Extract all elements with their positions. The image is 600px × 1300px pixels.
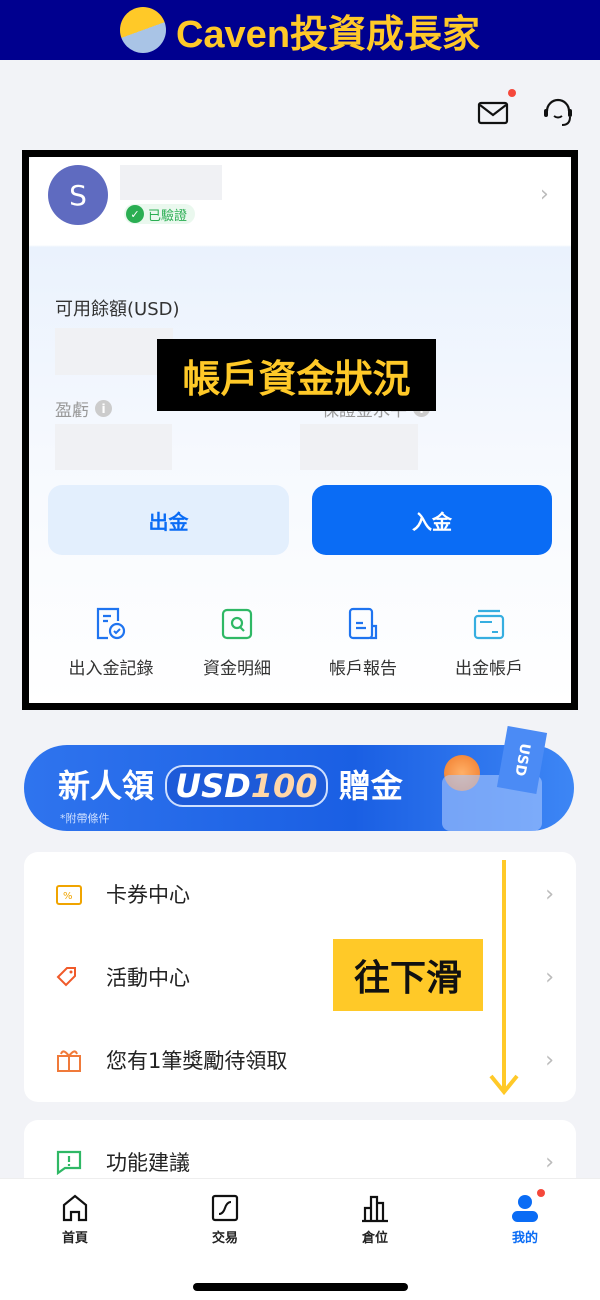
chevron-right-icon: › xyxy=(545,1047,554,1073)
arrow-down-icon xyxy=(489,860,519,1096)
promo-suffix: 贈金 xyxy=(338,767,403,805)
chevron-right-icon: › xyxy=(545,964,554,990)
promo-note: *附帶條件 xyxy=(60,812,110,825)
nav-trade[interactable]: 交易 xyxy=(185,1193,265,1246)
trade-chart-icon xyxy=(211,1194,239,1222)
promo-banner[interactable]: 新人領 USD100 贈金 *附帶條件 USD xyxy=(24,725,574,831)
watermark-banner: Caven投資成長家 xyxy=(0,0,600,60)
home-indicator xyxy=(193,1283,408,1291)
nav-me[interactable]: 我的 xyxy=(485,1193,565,1246)
gift-icon xyxy=(54,1045,84,1075)
promo-usd: USD xyxy=(175,767,251,805)
home-icon xyxy=(62,1194,88,1222)
notification-dot xyxy=(537,1189,545,1197)
svg-text:%: % xyxy=(63,891,73,902)
headset-icon[interactable] xyxy=(541,94,575,128)
nav-positions[interactable]: 倉位 xyxy=(335,1193,415,1246)
mail-icon[interactable] xyxy=(476,95,510,129)
annotation-frame xyxy=(22,150,578,710)
tag-icon xyxy=(54,962,84,992)
annotation-account: 帳戶資金狀況 xyxy=(157,339,436,411)
logo-icon xyxy=(119,7,166,53)
coupon-icon: % xyxy=(54,879,84,909)
feedback-icon xyxy=(54,1147,84,1177)
user-icon xyxy=(512,1195,538,1222)
watermark-title: Caven投資成長家 xyxy=(175,13,481,56)
promo-prefix: 新人領 xyxy=(58,767,155,805)
bottom-nav: 首頁 交易 倉位 我的 xyxy=(0,1178,600,1300)
bar-chart-icon xyxy=(362,1195,388,1223)
chevron-right-icon: › xyxy=(545,881,554,907)
promo-amount: 100 xyxy=(250,767,318,805)
chevron-right-icon: › xyxy=(545,1149,554,1175)
annotation-scroll: 往下滑 xyxy=(333,939,483,1011)
notification-dot xyxy=(508,89,516,97)
nav-home[interactable]: 首頁 xyxy=(35,1193,115,1246)
